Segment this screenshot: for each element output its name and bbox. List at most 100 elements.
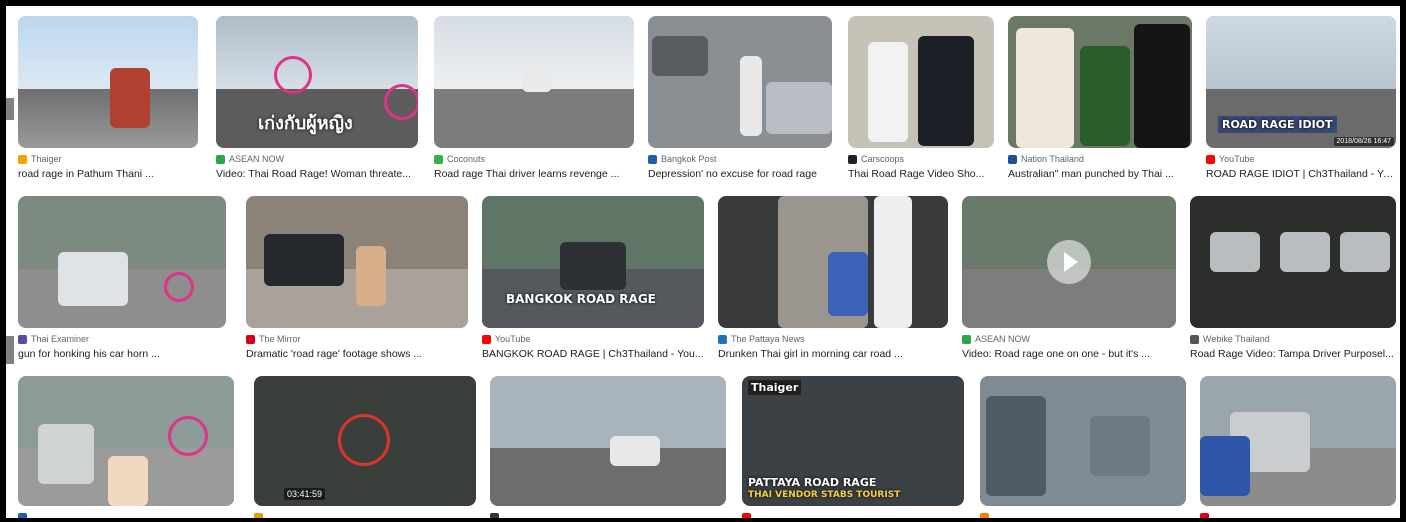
result-thumbnail[interactable] bbox=[718, 196, 948, 328]
source-favicon-icon bbox=[1200, 512, 1209, 518]
source-favicon-icon bbox=[648, 154, 657, 164]
result-card[interactable]: ASEAN NOW Video: Road rage one on one - … bbox=[962, 196, 1176, 360]
result-thumbnail[interactable] bbox=[18, 16, 198, 148]
result-caption[interactable]: ROAD RAGE IDIOT | Ch3Thailand - You... bbox=[1206, 168, 1396, 180]
result-card[interactable]: Thaiger road rage in Pathum Thani ... bbox=[18, 16, 198, 180]
result-thumbnail[interactable] bbox=[648, 16, 832, 148]
thumbnail-overlay-text: เก่งกับผู้หญิง bbox=[258, 113, 353, 134]
result-source[interactable]: YouTube bbox=[1219, 154, 1254, 164]
result-source[interactable]: The Pattaya News bbox=[731, 334, 805, 344]
page-edge-fragment bbox=[6, 98, 14, 120]
result-source[interactable]: Nation Thailand bbox=[1021, 154, 1084, 164]
source-favicon-icon bbox=[1190, 334, 1199, 344]
result-thumbnail[interactable] bbox=[1200, 376, 1396, 506]
source-favicon-icon bbox=[1206, 154, 1215, 164]
results-row: Thaiger road rage in Pathum Thani ... เก… bbox=[18, 16, 1396, 196]
result-source[interactable]: ASEAN NOW bbox=[229, 154, 284, 164]
result-thumbnail[interactable] bbox=[1190, 196, 1396, 328]
video-timestamp: 03:41:59 bbox=[284, 488, 326, 500]
result-source[interactable]: Coconuts bbox=[447, 154, 485, 164]
motorbike-rider bbox=[110, 68, 150, 128]
result-card[interactable]: Thai Examiner gun for honking his car ho… bbox=[18, 196, 226, 360]
brand-logo: Thaiger bbox=[748, 380, 802, 395]
result-thumbnail[interactable]: Thaiger PATTAYA ROAD RAGE THAI VENDOR ST… bbox=[742, 376, 964, 506]
result-card[interactable]: Bangkok Post Depression' no excuse for r… bbox=[648, 16, 832, 180]
source-favicon-icon bbox=[254, 512, 263, 518]
source-favicon-icon bbox=[848, 154, 857, 164]
thumbnail-overlay-text: ROAD RAGE IDIOT bbox=[1218, 116, 1337, 133]
result-caption[interactable]: Dramatic 'road rage' footage shows ... bbox=[246, 348, 468, 360]
thumbnail-overlay-text: PATTAYA ROAD RAGE bbox=[748, 476, 877, 489]
result-thumbnail[interactable] bbox=[18, 376, 234, 506]
result-card[interactable]: 03:41:59 bbox=[254, 376, 476, 518]
video-timestamp: 2018/08/26 16:47 bbox=[1333, 137, 1394, 146]
result-thumbnail[interactable] bbox=[490, 376, 726, 506]
result-card[interactable]: ROAD RAGE IDIOT 2018/08/26 16:47 YouTube… bbox=[1206, 16, 1396, 180]
result-card[interactable] bbox=[490, 376, 726, 518]
result-thumbnail[interactable]: เก่งกับผู้หญิง bbox=[216, 16, 418, 148]
result-card[interactable]: Coconuts Road rage Thai driver learns re… bbox=[434, 16, 634, 180]
page-edge-fragment bbox=[6, 336, 14, 364]
image-results-grid: Thaiger road rage in Pathum Thani ... เก… bbox=[18, 16, 1396, 518]
result-thumbnail[interactable] bbox=[434, 16, 634, 148]
result-caption[interactable]: Video: Road rage one on one - but it's .… bbox=[962, 348, 1176, 360]
source-favicon-icon bbox=[18, 512, 27, 518]
source-favicon-icon bbox=[742, 512, 751, 518]
result-card[interactable] bbox=[18, 376, 234, 518]
thumbnail-overlay-text: BANGKOK ROAD RAGE bbox=[506, 292, 656, 306]
result-source[interactable]: Carscoops bbox=[861, 154, 904, 164]
result-thumbnail[interactable] bbox=[246, 196, 468, 328]
result-card[interactable]: Nation Thailand Australian" man punched … bbox=[1008, 16, 1192, 180]
play-icon[interactable] bbox=[1047, 240, 1091, 284]
image-results-frame: Thaiger road rage in Pathum Thani ... เก… bbox=[6, 6, 1400, 518]
source-favicon-icon bbox=[490, 512, 499, 518]
source-favicon-icon bbox=[434, 154, 443, 164]
result-caption[interactable]: BANGKOK ROAD RAGE | Ch3Thailand - You... bbox=[482, 348, 704, 360]
result-card[interactable]: Carscoops Thai Road Rage Video Sho... bbox=[848, 16, 994, 180]
result-caption[interactable]: Road rage Thai driver learns revenge ... bbox=[434, 168, 634, 180]
source-favicon-icon bbox=[1008, 154, 1017, 164]
result-thumbnail[interactable] bbox=[848, 16, 994, 148]
source-favicon-icon bbox=[718, 334, 727, 344]
result-caption[interactable]: Video: Thai Road Rage! Woman threate... bbox=[216, 168, 418, 180]
result-card[interactable]: The Pattaya News Drunken Thai girl in mo… bbox=[718, 196, 948, 360]
source-favicon-icon bbox=[246, 334, 255, 344]
result-caption[interactable]: Thai Road Rage Video Sho... bbox=[848, 168, 994, 180]
result-source[interactable]: Thai Examiner bbox=[31, 334, 89, 344]
result-card[interactable]: Webike Thailand Road Rage Video: Tampa D… bbox=[1190, 196, 1396, 360]
result-card[interactable]: Thaiger PATTAYA ROAD RAGE THAI VENDOR ST… bbox=[742, 376, 964, 518]
result-caption[interactable]: gun for honking his car horn ... bbox=[18, 348, 226, 360]
source-favicon-icon bbox=[980, 512, 989, 518]
result-caption[interactable]: Australian" man punched by Thai ... bbox=[1008, 168, 1192, 180]
result-source[interactable]: ASEAN NOW bbox=[975, 334, 1030, 344]
result-card[interactable] bbox=[1200, 376, 1396, 518]
result-thumbnail[interactable] bbox=[1008, 16, 1192, 148]
result-caption[interactable]: Road Rage Video: Tampa Driver Purposel..… bbox=[1190, 348, 1396, 360]
source-favicon-icon bbox=[216, 154, 225, 164]
result-source[interactable]: Bangkok Post bbox=[661, 154, 717, 164]
result-card[interactable]: BANGKOK ROAD RAGE YouTube BANGKOK ROAD R… bbox=[482, 196, 704, 360]
results-row: 03:41:59 Thaiger PATTAYA ROAD RAGE THAI … bbox=[18, 376, 1396, 518]
result-source[interactable]: Webike Thailand bbox=[1203, 334, 1270, 344]
result-card[interactable] bbox=[980, 376, 1186, 518]
result-source[interactable]: Thaiger bbox=[31, 154, 62, 164]
result-thumbnail[interactable] bbox=[18, 196, 226, 328]
result-card[interactable]: เก่งกับผู้หญิง ASEAN NOW Video: Thai Roa… bbox=[216, 16, 418, 180]
result-caption[interactable]: Depression' no excuse for road rage bbox=[648, 168, 832, 180]
result-source[interactable]: The Mirror bbox=[259, 334, 301, 344]
result-thumbnail[interactable] bbox=[980, 376, 1186, 506]
thumbnail-overlay-subtext: THAI VENDOR STABS TOURIST bbox=[748, 490, 901, 500]
result-thumbnail[interactable]: 03:41:59 bbox=[254, 376, 476, 506]
result-caption[interactable]: Drunken Thai girl in morning car road ..… bbox=[718, 348, 948, 360]
result-thumbnail[interactable]: ROAD RAGE IDIOT 2018/08/26 16:47 bbox=[1206, 16, 1396, 148]
source-favicon-icon bbox=[18, 154, 27, 164]
results-row: Thai Examiner gun for honking his car ho… bbox=[18, 196, 1396, 376]
source-favicon-icon bbox=[962, 334, 971, 344]
result-source[interactable]: YouTube bbox=[495, 334, 530, 344]
result-caption[interactable]: road rage in Pathum Thani ... bbox=[18, 168, 198, 180]
source-favicon-icon bbox=[18, 334, 27, 344]
result-card[interactable]: The Mirror Dramatic 'road rage' footage … bbox=[246, 196, 468, 360]
source-favicon-icon bbox=[482, 334, 491, 344]
result-thumbnail[interactable]: BANGKOK ROAD RAGE bbox=[482, 196, 704, 328]
result-thumbnail[interactable] bbox=[962, 196, 1176, 328]
